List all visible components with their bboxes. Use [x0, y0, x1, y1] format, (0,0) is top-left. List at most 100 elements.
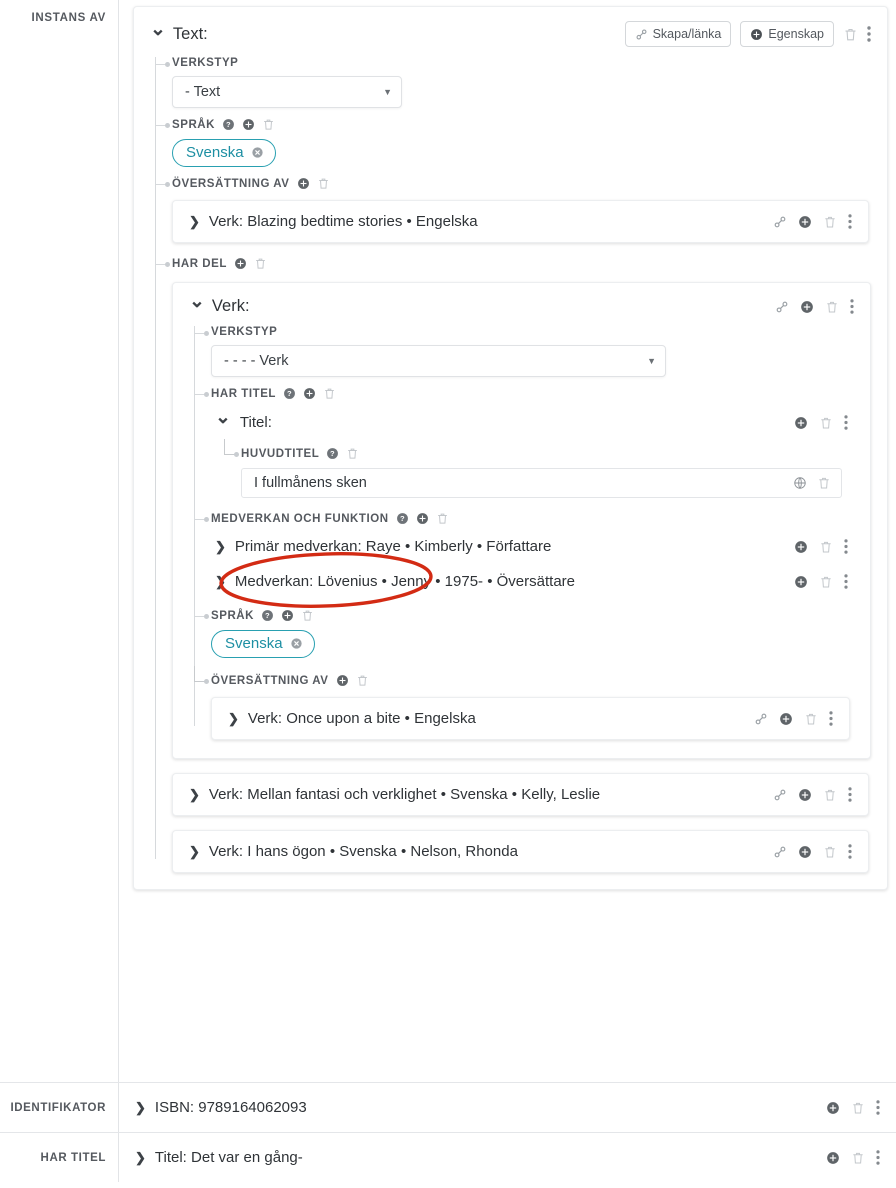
trash-icon[interactable] [436, 512, 449, 525]
plus-circle-icon[interactable] [800, 300, 814, 314]
kebab-menu-icon[interactable] [844, 574, 848, 589]
link-icon[interactable] [773, 215, 787, 229]
field-har-titel: HAR TITEL ? ⌄ Titel: HUVUDTITEL ? I full… [194, 387, 854, 498]
plus-circle-icon[interactable] [794, 540, 808, 554]
plus-circle-icon[interactable] [794, 575, 808, 589]
create-link-button[interactable]: Skapa/länka [624, 21, 732, 47]
language-chip-svenska[interactable]: Svenska [211, 630, 315, 658]
plus-circle-icon[interactable] [798, 788, 812, 802]
help-icon[interactable]: ? [396, 512, 409, 525]
trash-icon[interactable] [817, 476, 831, 490]
close-icon[interactable] [251, 146, 264, 159]
kebab-menu-icon[interactable] [876, 1150, 880, 1165]
collapse-chevron-icon[interactable] [189, 297, 205, 316]
help-icon[interactable]: ? [261, 609, 274, 622]
plus-circle-icon[interactable] [336, 674, 349, 687]
trash-icon[interactable] [823, 845, 837, 859]
contribution-row[interactable]: Primär medverkan: Raye • Kimberly • Förf… [211, 535, 854, 558]
kebab-menu-icon[interactable] [844, 539, 848, 554]
kebab-menu-icon[interactable] [829, 711, 833, 726]
title-subcard-actions [794, 415, 852, 430]
plus-circle-icon[interactable] [303, 387, 316, 400]
plus-circle-icon[interactable] [297, 177, 310, 190]
trash-icon[interactable] [317, 177, 330, 190]
plus-circle-icon[interactable] [798, 845, 812, 859]
help-icon[interactable]: ? [222, 118, 235, 131]
trash-icon[interactable] [851, 1101, 865, 1115]
trash-icon[interactable] [346, 447, 359, 460]
inner-worktype-select[interactable]: - - - - Verk ▼ [211, 345, 666, 377]
title-subcard-title-group[interactable]: Titel: [215, 413, 272, 432]
expand-chevron-icon[interactable] [215, 575, 226, 588]
kebab-menu-icon[interactable] [850, 299, 854, 314]
globe-icon[interactable] [793, 476, 807, 490]
kebab-menu-icon[interactable] [848, 844, 852, 859]
inner-linked-work-row[interactable]: Verk: Once upon a bite • Engelska [211, 697, 850, 740]
trash-icon[interactable] [819, 416, 833, 430]
kebab-menu-icon[interactable] [844, 415, 848, 430]
trash-icon[interactable] [825, 300, 839, 314]
plus-circle-icon[interactable] [826, 1151, 840, 1165]
identifier-row-body[interactable]: ISBN: 9789164062093 [118, 1083, 896, 1132]
language-chip-label: Svenska [186, 144, 244, 161]
trash-icon[interactable] [804, 712, 818, 726]
main-title-input[interactable]: I fullmånens sken [241, 468, 842, 498]
plus-circle-icon[interactable] [234, 257, 247, 270]
trash-icon[interactable] [323, 387, 336, 400]
sibling-work-row[interactable]: Verk: Mellan fantasi och verklighet • Sv… [172, 773, 869, 816]
contribution-row[interactable]: Medverkan: Lövenius • Jenny • 1975- • Öv… [211, 570, 854, 593]
trash-icon[interactable] [823, 788, 837, 802]
trash-icon[interactable] [823, 215, 837, 229]
plus-circle-icon[interactable] [242, 118, 255, 131]
collapse-chevron-icon[interactable] [150, 25, 166, 44]
close-icon[interactable] [290, 637, 303, 650]
kebab-menu-icon[interactable] [848, 787, 852, 802]
trash-icon[interactable] [356, 674, 369, 687]
plus-circle-icon[interactable] [798, 215, 812, 229]
expand-chevron-icon[interactable] [135, 1101, 146, 1114]
kebab-menu-icon[interactable] [876, 1100, 880, 1115]
language-chip-svenska[interactable]: Svenska [172, 139, 276, 167]
expand-chevron-icon[interactable] [228, 712, 239, 725]
plus-circle-icon[interactable] [826, 1101, 840, 1115]
expand-chevron-icon[interactable] [135, 1151, 146, 1164]
text-card-header: Text: Skapa/länka [150, 21, 871, 47]
has-title-row-body[interactable]: Titel: Det var en gång- [118, 1133, 896, 1182]
kebab-menu-icon[interactable] [848, 214, 852, 229]
linked-work-row[interactable]: Verk: Blazing bedtime stories • Engelska [172, 200, 869, 243]
collapse-chevron-icon[interactable] [215, 413, 231, 432]
trash-icon[interactable] [819, 575, 833, 589]
link-icon[interactable] [775, 300, 789, 314]
sibling-work-text: Verk: Mellan fantasi och verklighet • Sv… [208, 786, 601, 803]
text-card-title-group[interactable]: Text: [150, 25, 208, 44]
trash-icon[interactable] [843, 27, 858, 42]
text-card-field-tree: VERKSTYP - Text ▼ SPRÅK ? Svenska ÖVERSÄ… [150, 57, 871, 873]
inner-work-title-group[interactable]: Verk: [189, 297, 250, 316]
link-icon[interactable] [754, 712, 768, 726]
plus-circle-icon[interactable] [281, 609, 294, 622]
sibling-work-actions [773, 844, 852, 859]
trash-icon[interactable] [262, 118, 275, 131]
expand-chevron-icon[interactable] [189, 215, 200, 228]
trash-icon[interactable] [819, 540, 833, 554]
trash-icon[interactable] [254, 257, 267, 270]
help-icon[interactable]: ? [326, 447, 339, 460]
property-button[interactable]: Egenskap [740, 21, 834, 47]
expand-chevron-icon[interactable] [189, 845, 200, 858]
plus-circle-icon[interactable] [794, 416, 808, 430]
help-icon[interactable]: ? [283, 387, 296, 400]
link-icon[interactable] [773, 788, 787, 802]
expand-chevron-icon[interactable] [189, 788, 200, 801]
language-chip-label: Svenska [225, 635, 283, 652]
worktype-select[interactable]: - Text ▼ [172, 76, 402, 108]
kebab-menu-icon[interactable] [867, 26, 871, 42]
trash-icon[interactable] [301, 609, 314, 622]
sibling-work-row[interactable]: Verk: I hans ögon • Svenska • Nelson, Rh… [172, 830, 869, 873]
inner-linked-work-text: Verk: Once upon a bite • Engelska [247, 710, 476, 727]
trash-icon[interactable] [851, 1151, 865, 1165]
link-icon[interactable] [773, 845, 787, 859]
expand-chevron-icon[interactable] [215, 540, 226, 553]
plus-circle-icon[interactable] [779, 712, 793, 726]
plus-circle-icon[interactable] [416, 512, 429, 525]
field-inner-sprak: SPRÅK ? Svenska [194, 609, 854, 658]
